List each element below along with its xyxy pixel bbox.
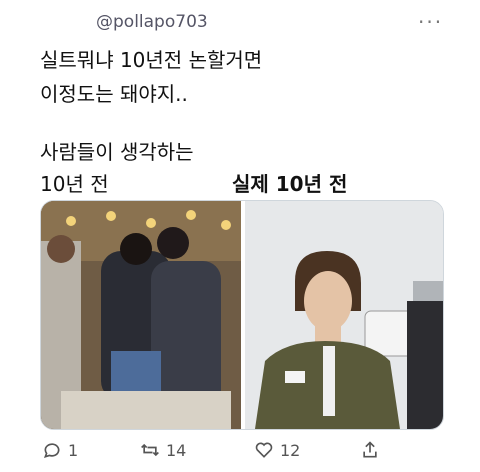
tweet-text-line-1: 실트뭐냐 10년전 논할거면	[40, 48, 263, 72]
photo-woman-green-jacket-icon	[245, 201, 443, 429]
caption-left: 10년 전	[40, 172, 109, 196]
action-bar: 1 14 12	[0, 440, 480, 468]
photo-couple-carousel-icon	[41, 201, 241, 429]
like-button[interactable]: 12	[254, 440, 300, 460]
share-button[interactable]	[360, 440, 380, 460]
reply-button[interactable]: 1	[42, 440, 78, 460]
retweet-button[interactable]: 14	[140, 440, 186, 460]
retweet-icon	[141, 443, 159, 457]
photo-right[interactable]	[245, 201, 443, 429]
tweet-text-line-3: 사람들이 생각하는	[40, 140, 194, 164]
like-icon	[255, 442, 273, 458]
reply-icon	[43, 443, 60, 458]
tweet-text-line-2: 이정도는 돼야지..	[40, 82, 188, 106]
more-options-icon[interactable]: ···	[418, 10, 443, 34]
tweet-handle[interactable]: @pollapo703	[96, 12, 208, 32]
like-count: 12	[280, 440, 301, 460]
retweet-count: 14	[166, 440, 187, 460]
share-icon	[363, 441, 377, 458]
media-grid[interactable]	[40, 200, 444, 430]
caption-right: 실제 10년 전	[232, 172, 348, 196]
reply-count: 1	[68, 440, 79, 460]
photo-left[interactable]	[41, 201, 241, 429]
